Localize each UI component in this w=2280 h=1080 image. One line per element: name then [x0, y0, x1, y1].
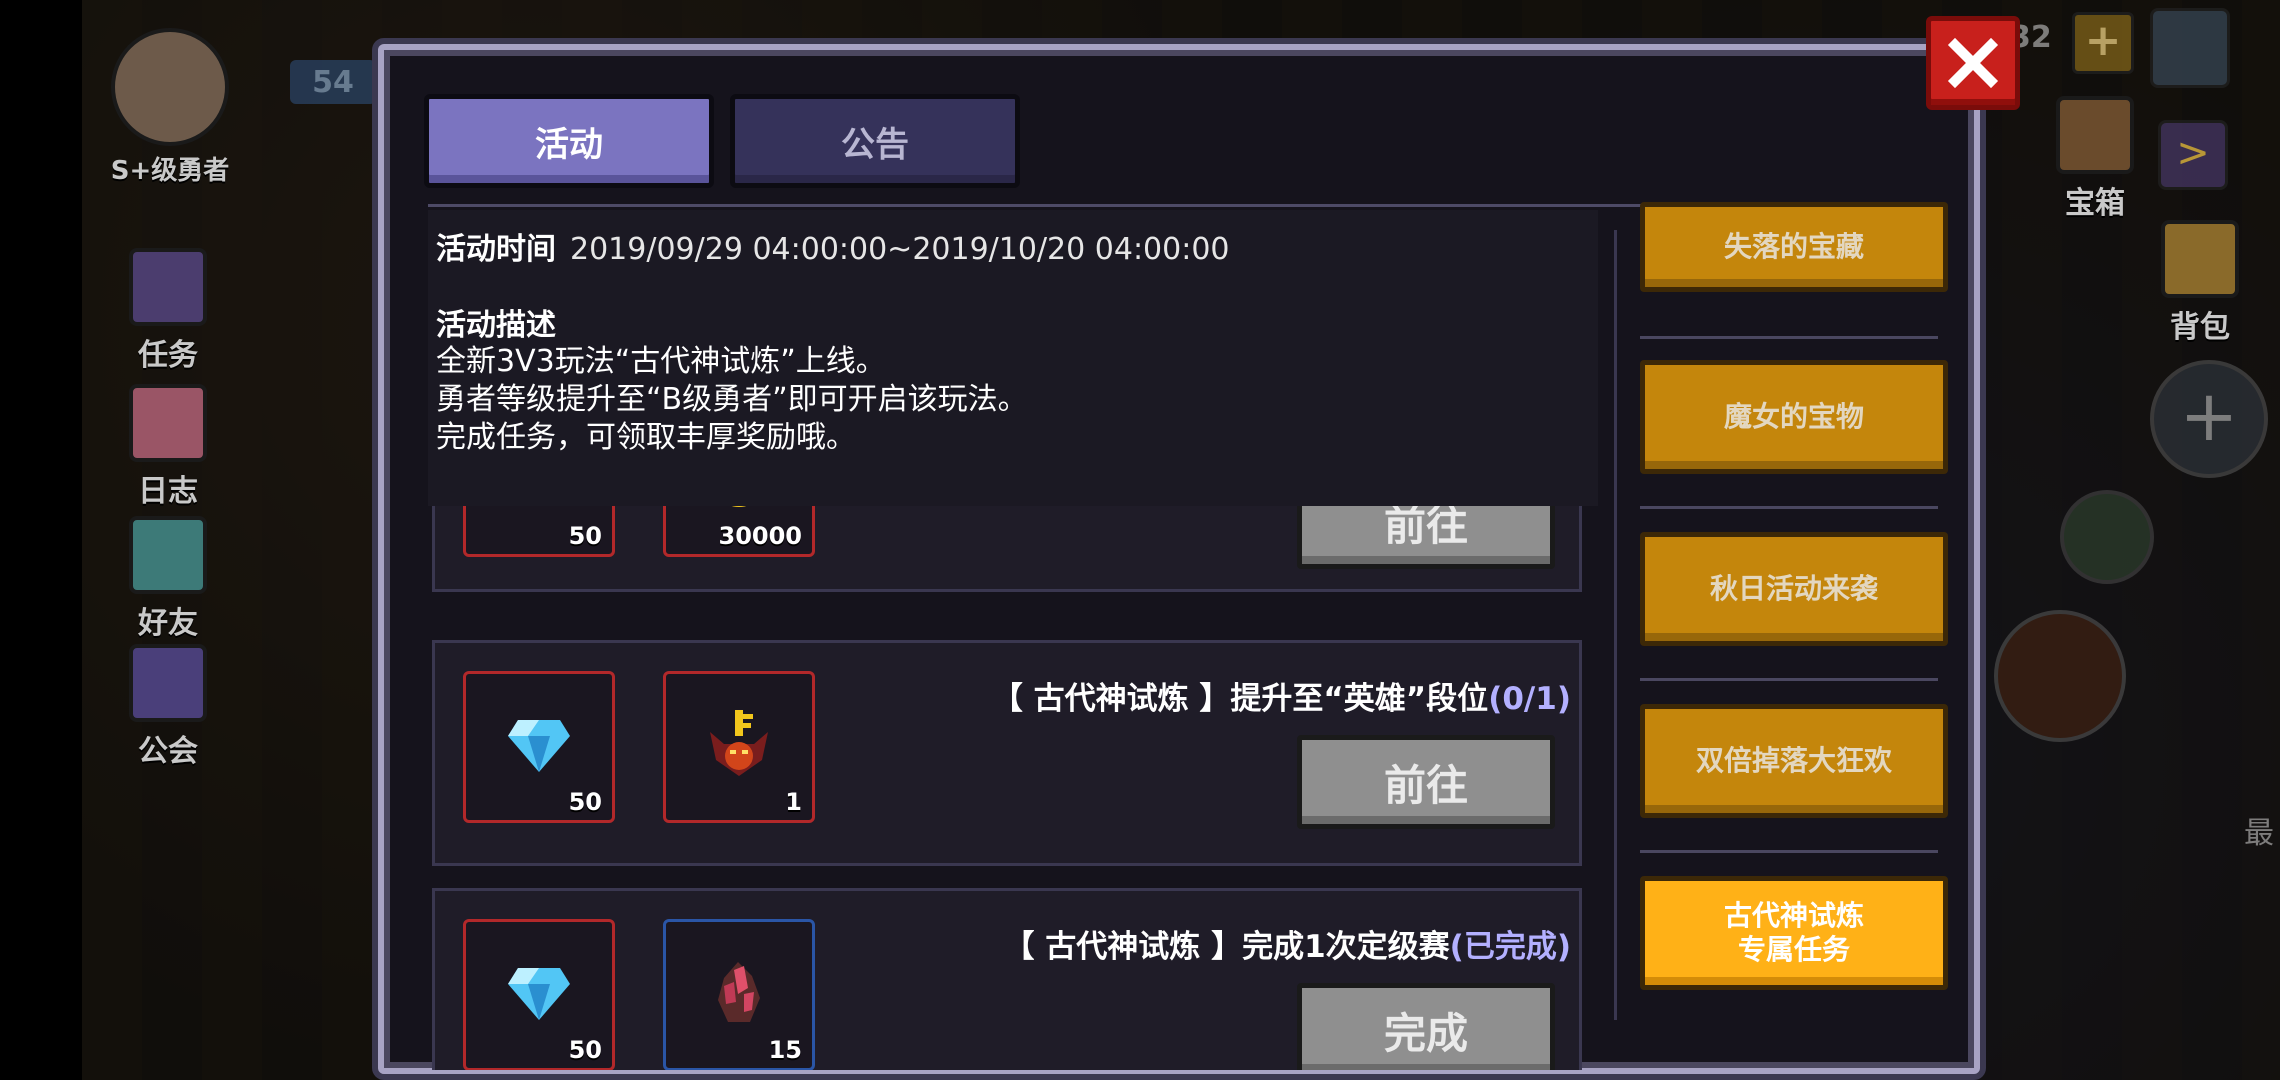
tab-activity-label: 活动 — [535, 124, 603, 165]
category-lost-treasure[interactable]: 失落的宝藏 — [1640, 202, 1948, 292]
task-title: 【 古代神试炼 】提升至“英雄”段位(0/1) — [992, 673, 1571, 718]
task-title-text: 【 古代神试炼 】提升至“英雄”段位 — [991, 681, 1489, 717]
backpack-icon — [2161, 220, 2239, 298]
reward-slot[interactable]: 50 — [463, 671, 615, 823]
category-ancient-trial-tasks[interactable]: 古代神试炼 专属任务 — [1640, 876, 1948, 990]
activity-desc-line: 完成任务，可领取丰厚奖励哦。 — [436, 420, 856, 455]
category-label: 魔女的宝物 — [1723, 400, 1864, 434]
ghost-icon — [129, 516, 207, 594]
complete-button[interactable]: 完成 — [1297, 983, 1555, 1070]
skill-slime-icon[interactable] — [2060, 490, 2154, 584]
task-title: 【 古代神试炼 】完成1次定级赛(已完成) — [1004, 921, 1572, 966]
menu-guild-label: 公会 — [138, 734, 198, 769]
activity-info-panel: 活动时间 2019/09/29 04:00:00~2019/10/20 04:00… — [428, 210, 1598, 506]
task-row: 50 1 【 古代神试炼 】提升至“英雄”段位(0/1) 前往 — [432, 640, 1582, 866]
menu-friends[interactable]: 好友 — [118, 516, 218, 642]
go-button[interactable]: 前往 — [1297, 735, 1555, 829]
task-title-text: 【 古代神试炼 】完成1次定级赛 — [1003, 929, 1450, 965]
level-badge: 54 — [290, 60, 376, 104]
activity-time: 活动时间 2019/09/29 04:00:00~2019/10/20 04:00… — [436, 224, 1230, 268]
banner-icon — [129, 644, 207, 722]
activity-time-value: 2019/09/29 04:00:00~2019/10/20 04:00:00 — [570, 232, 1230, 267]
tab-activity[interactable]: 活动 — [424, 94, 714, 188]
add-currency-button[interactable]: + — [2072, 12, 2134, 74]
category-double-drop[interactable]: 双倍掉落大狂欢 — [1640, 704, 1948, 818]
activity-dialog: 活动 公告 活动时间 2019/09/29 04:00:00~2019/10/20… — [378, 44, 1980, 1074]
category-witch-treasure[interactable]: 魔女的宝物 — [1640, 360, 1948, 474]
reward-slot[interactable]: 50 — [463, 919, 615, 1070]
category-divider — [1640, 336, 1938, 339]
close-icon — [1947, 37, 1999, 89]
diamond-icon — [508, 720, 570, 772]
diamond-icon — [508, 968, 570, 1020]
menu-chest[interactable]: 宝箱 — [2040, 96, 2150, 222]
go-button-label: 前往 — [1383, 760, 1468, 810]
chest-icon — [2056, 96, 2134, 174]
expand-arrow-icon[interactable]: > — [2158, 120, 2228, 190]
reward-count: 50 — [568, 522, 602, 550]
menu-log-label: 日志 — [138, 474, 198, 509]
demon-key-icon — [710, 710, 768, 776]
menu-chest-label: 宝箱 — [2065, 186, 2125, 221]
tab-notice-label: 公告 — [841, 124, 909, 165]
task-list[interactable]: 50 30000 前往 50 1 【 古代神试炼 】提升至“英雄”段位(0/1)… — [428, 450, 1588, 1070]
menu-task[interactable]: 任务 — [118, 248, 218, 374]
category-divider — [1640, 678, 1938, 681]
menu-task-label: 任务 — [138, 338, 198, 373]
close-button[interactable] — [1926, 16, 2020, 110]
complete-button-label: 完成 — [1383, 1008, 1468, 1058]
reward-count: 50 — [568, 788, 602, 816]
task-row: 50 15 【 古代神试炼 】完成1次定级赛(已完成) 完成 — [432, 888, 1582, 1070]
menu-backpack[interactable]: 背包 — [2150, 220, 2250, 346]
menu-backpack-label: 背包 — [2170, 310, 2230, 345]
reward-count: 30000 — [718, 522, 803, 550]
task-status: (已完成) — [1449, 929, 1571, 965]
activity-time-label: 活动时间 — [436, 232, 556, 267]
category-label: 古代神试炼 专属任务 — [1723, 899, 1864, 966]
menu-friends-label: 好友 — [138, 606, 198, 641]
pig-icon — [129, 384, 207, 462]
category-label: 秋日活动来袭 — [1709, 572, 1878, 606]
exclamation-icon — [129, 248, 207, 326]
category-divider — [1640, 850, 1938, 853]
task-status: (0/1) — [1488, 681, 1571, 717]
reward-count: 15 — [768, 1036, 802, 1064]
add-skill-icon[interactable]: + — [2150, 360, 2268, 478]
reward-count: 1 — [785, 788, 802, 816]
category-divider — [1640, 506, 1938, 509]
player-title: S+级勇者 — [110, 156, 230, 186]
column-divider — [1614, 230, 1617, 1020]
menu-log[interactable]: 日志 — [118, 384, 218, 510]
category-label: 双倍掉落大狂欢 — [1695, 744, 1892, 778]
reward-slot[interactable]: 1 — [663, 671, 815, 823]
category-label: 失落的宝藏 — [1723, 230, 1864, 264]
crystal-ore-icon — [718, 962, 760, 1022]
skill-fire-icon[interactable] — [1994, 610, 2126, 742]
reward-count: 50 — [568, 1036, 602, 1064]
player-avatar[interactable]: S+级勇者 — [100, 28, 240, 187]
category-autumn-event[interactable]: 秋日活动来袭 — [1640, 532, 1948, 646]
edge-label: 最 — [2244, 816, 2274, 851]
tab-notice[interactable]: 公告 — [730, 94, 1020, 188]
settings-gear-icon[interactable] — [2150, 8, 2230, 88]
reward-slot[interactable]: 15 — [663, 919, 815, 1070]
menu-guild[interactable]: 公会 — [118, 644, 218, 770]
